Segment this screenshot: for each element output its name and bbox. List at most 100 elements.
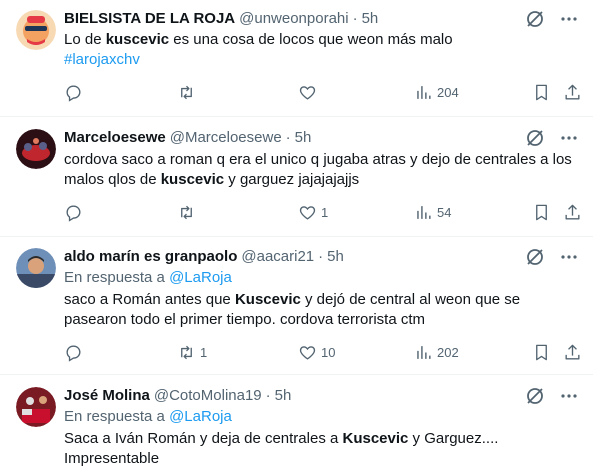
like-count: 1	[321, 204, 329, 220]
bookmark-icon	[536, 344, 547, 360]
text-segment: y dejó de central al weon que se	[300, 291, 521, 308]
avatar[interactable]	[16, 387, 56, 427]
user-handle[interactable]: @aacari21	[241, 248, 314, 265]
view-count: 54	[437, 204, 452, 220]
grok-icon[interactable]	[525, 386, 545, 406]
retweet-icon	[181, 345, 192, 359]
hashtag-link[interactable]: #larojaxchv	[64, 51, 140, 68]
timestamp[interactable]: 5h	[275, 387, 292, 404]
text-segment: y garguez jajajajajjs	[224, 171, 360, 188]
timestamp[interactable]: 5h	[362, 10, 379, 27]
text-segment: cordova saco a roman q era el unico q ju…	[64, 151, 572, 168]
reply-handle-link[interactable]: @LaRoja	[169, 269, 232, 286]
like-button[interactable]: 10	[298, 342, 335, 362]
display-name[interactable]: BIELSISTA DE LA ROJA	[64, 10, 235, 27]
tweet-top-icons	[525, 128, 579, 148]
user-handle[interactable]: @unweonporahi	[239, 10, 348, 27]
avatar[interactable]	[16, 129, 56, 169]
tweet-text: cordova saco a roman q era el unico q ju…	[64, 150, 580, 190]
more-icon[interactable]	[559, 386, 579, 406]
display-name[interactable]: José Molina	[64, 387, 150, 404]
reply-icon	[66, 84, 81, 102]
retweet-button[interactable]	[177, 202, 200, 222]
reply-prefix: En respuesta a	[64, 408, 170, 425]
share-icon	[565, 84, 580, 100]
text-segment: malos qlos de	[64, 171, 161, 188]
retweet-icon	[181, 85, 192, 99]
views-button[interactable]: 204	[414, 82, 459, 102]
tweet-top-icons	[525, 247, 579, 267]
retweet-count: 1	[200, 344, 208, 360]
tweet-text: Lo de kuscevic es una cosa de locos que …	[64, 30, 580, 70]
separator-dot: ·	[352, 9, 358, 27]
reply-handle-link[interactable]: @LaRoja	[169, 408, 232, 425]
user-handle[interactable]: @CotoMolina19	[154, 387, 262, 404]
like-button[interactable]: 1	[298, 202, 328, 222]
grok-icon[interactable]	[525, 247, 545, 267]
highlight-term: Kuscevic	[342, 430, 409, 447]
separator-dot: ·	[265, 386, 271, 404]
user-handle[interactable]: @Marceloesewe	[170, 129, 282, 146]
grok-icon[interactable]	[525, 128, 545, 148]
tweet-text: Saca a Iván Román y deja de centrales a …	[64, 429, 580, 469]
text-segment: pasearon todo el primer tiempo. cordova …	[64, 311, 425, 328]
avatar[interactable]	[16, 10, 56, 50]
avatar[interactable]	[16, 248, 56, 288]
bookmark-button[interactable]	[532, 82, 551, 102]
like-button[interactable]	[298, 82, 321, 102]
tweet[interactable]: José Molina @CotoMolina19 · 5h En respue…	[0, 375, 593, 473]
tweet[interactable]: aldo marín es granpaolo @aacari21 · 5h E…	[0, 237, 593, 375]
tweet[interactable]: BIELSISTA DE LA ROJA @unweonporahi · 5h …	[0, 0, 593, 117]
more-icon[interactable]	[559, 9, 579, 29]
tweet-top-icons	[525, 9, 579, 29]
display-name[interactable]: aldo marín es granpaolo	[64, 248, 237, 265]
tweet-header: BIELSISTA DE LA ROJA @unweonporahi · 5h	[64, 8, 378, 28]
views-icon	[417, 205, 431, 219]
like-icon	[299, 85, 316, 100]
text-segment: Impresentable	[64, 450, 160, 467]
action-bar: 204	[56, 82, 586, 102]
tweet[interactable]: Marceloesewe @Marceloesewe · 5h cordova …	[0, 117, 593, 237]
like-icon	[299, 345, 316, 360]
like-icon	[299, 205, 316, 220]
view-count: 202	[437, 344, 459, 360]
retweet-button[interactable]: 1	[177, 342, 207, 362]
text-segment: Saca a Iván Román y deja de centrales a	[64, 430, 343, 447]
reply-button[interactable]	[64, 342, 87, 362]
bookmark-icon	[536, 84, 547, 100]
bookmark-button[interactable]	[532, 342, 551, 362]
share-button[interactable]	[563, 82, 582, 102]
reply-context: En respuesta a @LaRoja	[64, 268, 232, 288]
views-icon	[417, 345, 431, 359]
bookmark-icon	[536, 204, 547, 220]
tweet-feed: BIELSISTA DE LA ROJA @unweonporahi · 5h …	[0, 0, 593, 473]
share-icon	[565, 204, 580, 220]
share-button[interactable]	[563, 342, 582, 362]
views-button[interactable]: 202	[414, 342, 459, 362]
text-segment: saco a Román antes que	[64, 291, 235, 308]
display-name[interactable]: Marceloesewe	[64, 129, 166, 146]
reply-icon	[66, 344, 81, 362]
timestamp[interactable]: 5h	[327, 248, 344, 265]
like-count: 10	[321, 344, 336, 360]
bookmark-button[interactable]	[532, 202, 551, 222]
views-button[interactable]: 54	[414, 202, 451, 222]
reply-button[interactable]	[64, 82, 87, 102]
more-icon[interactable]	[559, 128, 579, 148]
retweet-icon	[181, 205, 192, 219]
text-segment: y Garguez....	[408, 430, 499, 447]
action-bar: 1 54	[56, 202, 586, 222]
retweet-button[interactable]	[177, 82, 200, 102]
reply-icon	[66, 204, 81, 222]
reply-button[interactable]	[64, 202, 87, 222]
tweet-header: Marceloesewe @Marceloesewe · 5h	[64, 127, 311, 147]
separator-dot: ·	[318, 247, 324, 265]
more-icon[interactable]	[559, 247, 579, 267]
share-button[interactable]	[563, 202, 582, 222]
tweet-text: saco a Román antes que Kuscevic y dejó d…	[64, 290, 580, 330]
grok-icon[interactable]	[525, 9, 545, 29]
highlight-term: Kuscevic	[234, 291, 301, 308]
action-bar: 1 10 202	[56, 342, 586, 362]
timestamp[interactable]: 5h	[295, 129, 312, 146]
share-icon	[565, 344, 580, 360]
